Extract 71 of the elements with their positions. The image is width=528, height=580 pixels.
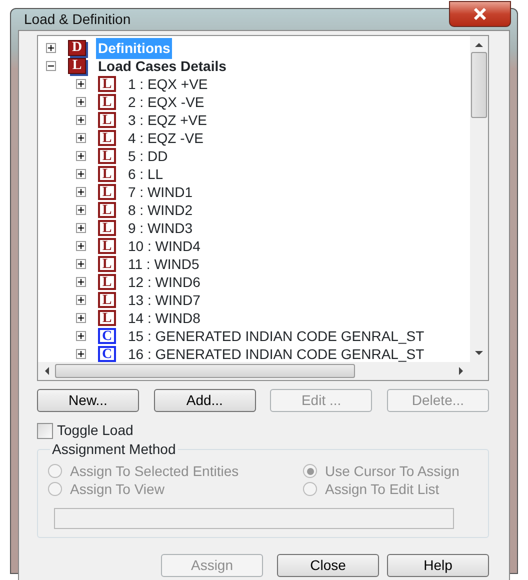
tree-item[interactable]: 5 : DD — [126, 146, 170, 166]
radio-label: Use Cursor To Assign — [325, 462, 460, 481]
expander-icon[interactable] — [76, 133, 86, 143]
node-icon: L — [98, 310, 116, 326]
expander-icon[interactable] — [76, 97, 86, 107]
scroll-down-icon[interactable] — [474, 348, 484, 358]
expander-icon[interactable] — [46, 61, 56, 71]
close-button[interactable] — [449, 1, 511, 27]
expander-icon[interactable] — [76, 187, 86, 197]
expander-icon[interactable] — [76, 115, 86, 125]
input-field[interactable] — [54, 508, 454, 529]
radio-label: Assign To Selected Entities — [70, 462, 239, 481]
node-icon: L — [98, 292, 116, 308]
node-icon: L — [98, 94, 116, 110]
expander-icon[interactable] — [76, 241, 86, 251]
scroll-up-icon[interactable] — [474, 40, 484, 50]
tree-item[interactable]: Load Cases Details — [96, 56, 228, 76]
node-icon: L — [98, 76, 116, 92]
tree-item[interactable]: 13 : WIND7 — [126, 290, 202, 310]
action-button[interactable]: Add... — [154, 389, 256, 412]
expander-icon[interactable] — [76, 79, 86, 89]
tree-item[interactable]: 16 : GENERATED INDIAN CODE GENRAL_ST — [126, 344, 426, 362]
node-icon: L — [98, 202, 116, 218]
radio-label: Assign To View — [70, 480, 164, 499]
window-title: Load & Definition — [23, 10, 132, 29]
scroll-thumb[interactable] — [55, 364, 355, 378]
tree-item[interactable]: 12 : WIND6 — [126, 272, 202, 292]
tree-item[interactable]: 10 : WIND4 — [126, 236, 202, 256]
node-icon: D — [68, 40, 86, 56]
dialog-button[interactable]: Close — [277, 554, 379, 577]
toggle-load-label: Toggle Load — [57, 421, 134, 440]
expander-icon[interactable] — [76, 349, 86, 359]
expander-icon[interactable] — [76, 259, 86, 269]
tree-item[interactable]: 4 : EQZ -VE — [126, 128, 206, 148]
node-icon: L — [98, 130, 116, 146]
tree-item[interactable]: 9 : WIND3 — [126, 218, 195, 238]
tree-item[interactable]: 3 : EQZ +VE — [126, 110, 209, 130]
node-icon: L — [98, 274, 116, 290]
tree-item[interactable]: 14 : WIND8 — [126, 308, 202, 328]
close-icon — [472, 8, 488, 20]
expander-icon[interactable] — [76, 295, 86, 305]
node-icon: L — [98, 238, 116, 254]
expander-icon[interactable] — [76, 169, 86, 179]
tree-item[interactable]: 7 : WIND1 — [126, 182, 195, 202]
node-icon: C — [98, 328, 116, 344]
tree-item[interactable]: 2 : EQX -VE — [126, 92, 206, 112]
tree-item[interactable]: 1 : EQX +VE — [126, 74, 210, 94]
expander-icon[interactable] — [76, 151, 86, 161]
expander-icon[interactable] — [76, 223, 86, 233]
dialog-button[interactable]: Help — [387, 554, 489, 577]
node-icon: L — [68, 58, 86, 74]
tree-item[interactable]: 8 : WIND2 — [126, 200, 195, 220]
tree-item[interactable]: 11 : WIND5 — [126, 254, 202, 274]
expander-icon[interactable] — [76, 313, 86, 323]
tree-item[interactable]: 15 : GENERATED INDIAN CODE GENRAL_ST — [126, 326, 426, 346]
scroll-right-icon[interactable] — [456, 366, 466, 376]
radio-label: Assign To Edit List — [325, 480, 440, 499]
expander-icon[interactable] — [76, 277, 86, 287]
node-icon: L — [98, 220, 116, 236]
node-icon: L — [98, 112, 116, 128]
scroll-thumb[interactable] — [471, 52, 487, 118]
node-icon: L — [98, 148, 116, 164]
action-button[interactable]: New... — [37, 389, 139, 412]
node-icon: L — [98, 184, 116, 200]
toggle-load-checkbox[interactable] — [37, 422, 53, 438]
node-icon: L — [98, 166, 116, 182]
expander-icon[interactable] — [46, 43, 56, 53]
tree-item[interactable]: 6 : LL — [126, 164, 166, 184]
expander-icon[interactable] — [76, 331, 86, 341]
node-icon: L — [98, 256, 116, 272]
expander-icon[interactable] — [76, 205, 86, 215]
